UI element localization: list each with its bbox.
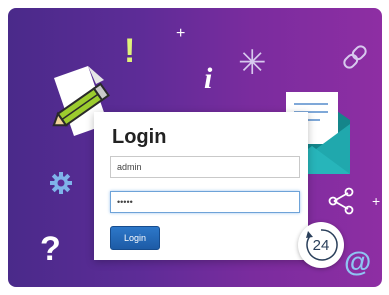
username-input[interactable] bbox=[110, 156, 300, 178]
password-input[interactable] bbox=[110, 191, 300, 213]
link-icon bbox=[343, 45, 367, 69]
info-icon: i bbox=[204, 62, 213, 95]
login-button[interactable]: Login bbox=[110, 226, 160, 250]
exclamation-icon: ! bbox=[124, 32, 136, 70]
at-icon: @ bbox=[344, 246, 372, 277]
question-icon: ? bbox=[40, 230, 61, 268]
sparkle-icon: + bbox=[372, 193, 381, 209]
gear-icon bbox=[50, 172, 72, 194]
illustration-background: ! + + i ✳ ? @ Login admin ••••• Login 24 bbox=[8, 8, 382, 287]
refresh-badge: 24 bbox=[298, 222, 344, 268]
sparkle-icon: + bbox=[176, 25, 186, 42]
share-icon bbox=[328, 187, 354, 215]
badge-number: 24 bbox=[312, 237, 330, 254]
asterisk-icon: ✳ bbox=[238, 44, 267, 82]
login-title: Login bbox=[112, 126, 167, 148]
login-card: Login Login bbox=[94, 112, 308, 260]
